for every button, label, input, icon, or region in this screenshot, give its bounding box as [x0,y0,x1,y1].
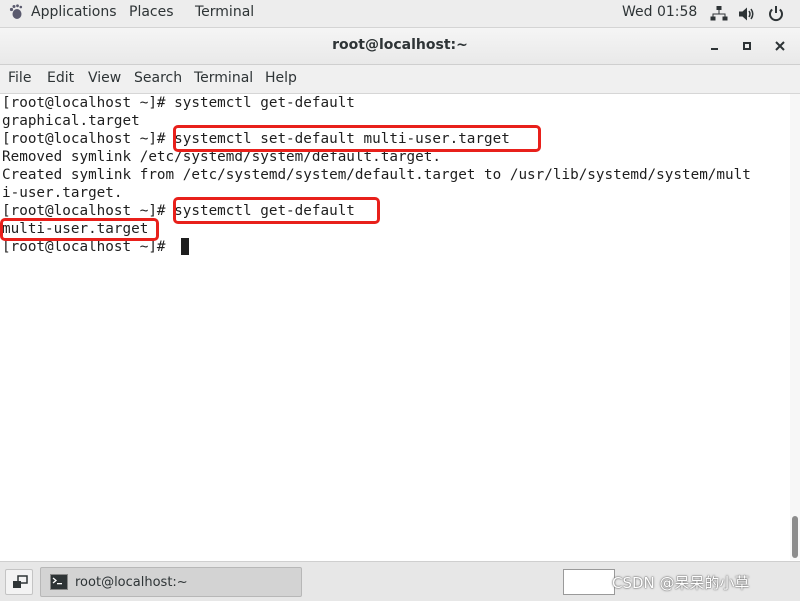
close-button[interactable] [773,39,787,53]
menu-view[interactable]: View [88,70,121,86]
terminal-area[interactable]: [root@localhost ~]# systemctl get-defaul… [0,94,790,560]
minimize-button[interactable] [708,39,722,53]
highlight-set-default-command [173,125,541,152]
terminal-line: i-user.target. [2,185,123,201]
top-panel: Applications Places Terminal Wed 01:58 [0,0,800,28]
bottom-panel: root@localhost:~ CSDN @呆呆的小草 [0,561,800,601]
applications-label: Applications [31,4,117,20]
network-icon[interactable] [710,5,728,23]
taskbar-window-button[interactable]: root@localhost:~ [40,567,302,597]
menu-file[interactable]: File [8,70,31,86]
show-desktop-button[interactable] [5,569,33,595]
terminal-line: Created symlink from /etc/systemd/system… [2,167,751,183]
terminal-line: graphical.target [2,113,140,129]
applications-menu[interactable]: Applications [8,4,117,20]
terminal-icon [50,574,68,590]
maximize-button[interactable] [740,39,754,53]
text-cursor [181,238,189,255]
terminal-scrollbar[interactable] [790,94,800,560]
terminal-line: [root@localhost ~]# systemctl get-defaul… [2,95,355,111]
workspace-switcher[interactable] [563,569,615,595]
watermark: CSDN @呆呆的小草 [612,574,750,592]
places-menu[interactable]: Places [129,4,174,20]
window-titlebar[interactable]: root@localhost:~ [0,28,800,65]
terminal-app-menu[interactable]: Terminal [195,4,254,20]
show-desktop-icon [13,575,28,588]
menubar: File Edit View Search Terminal Help [0,65,800,94]
clock[interactable]: Wed 01:58 [622,4,697,20]
menu-edit[interactable]: Edit [47,70,74,86]
power-icon[interactable] [767,5,785,23]
highlight-get-default-command [173,197,380,224]
menu-terminal[interactable]: Terminal [194,70,253,86]
scrollbar-thumb[interactable] [792,516,798,558]
taskbar-window-label: root@localhost:~ [75,575,188,590]
highlight-multi-user-output [0,218,159,241]
volume-icon[interactable] [738,5,756,23]
gnome-foot-icon [9,4,23,19]
menu-help[interactable]: Help [265,70,297,86]
window-title: root@localhost:~ [332,37,468,53]
menu-search[interactable]: Search [134,70,182,86]
